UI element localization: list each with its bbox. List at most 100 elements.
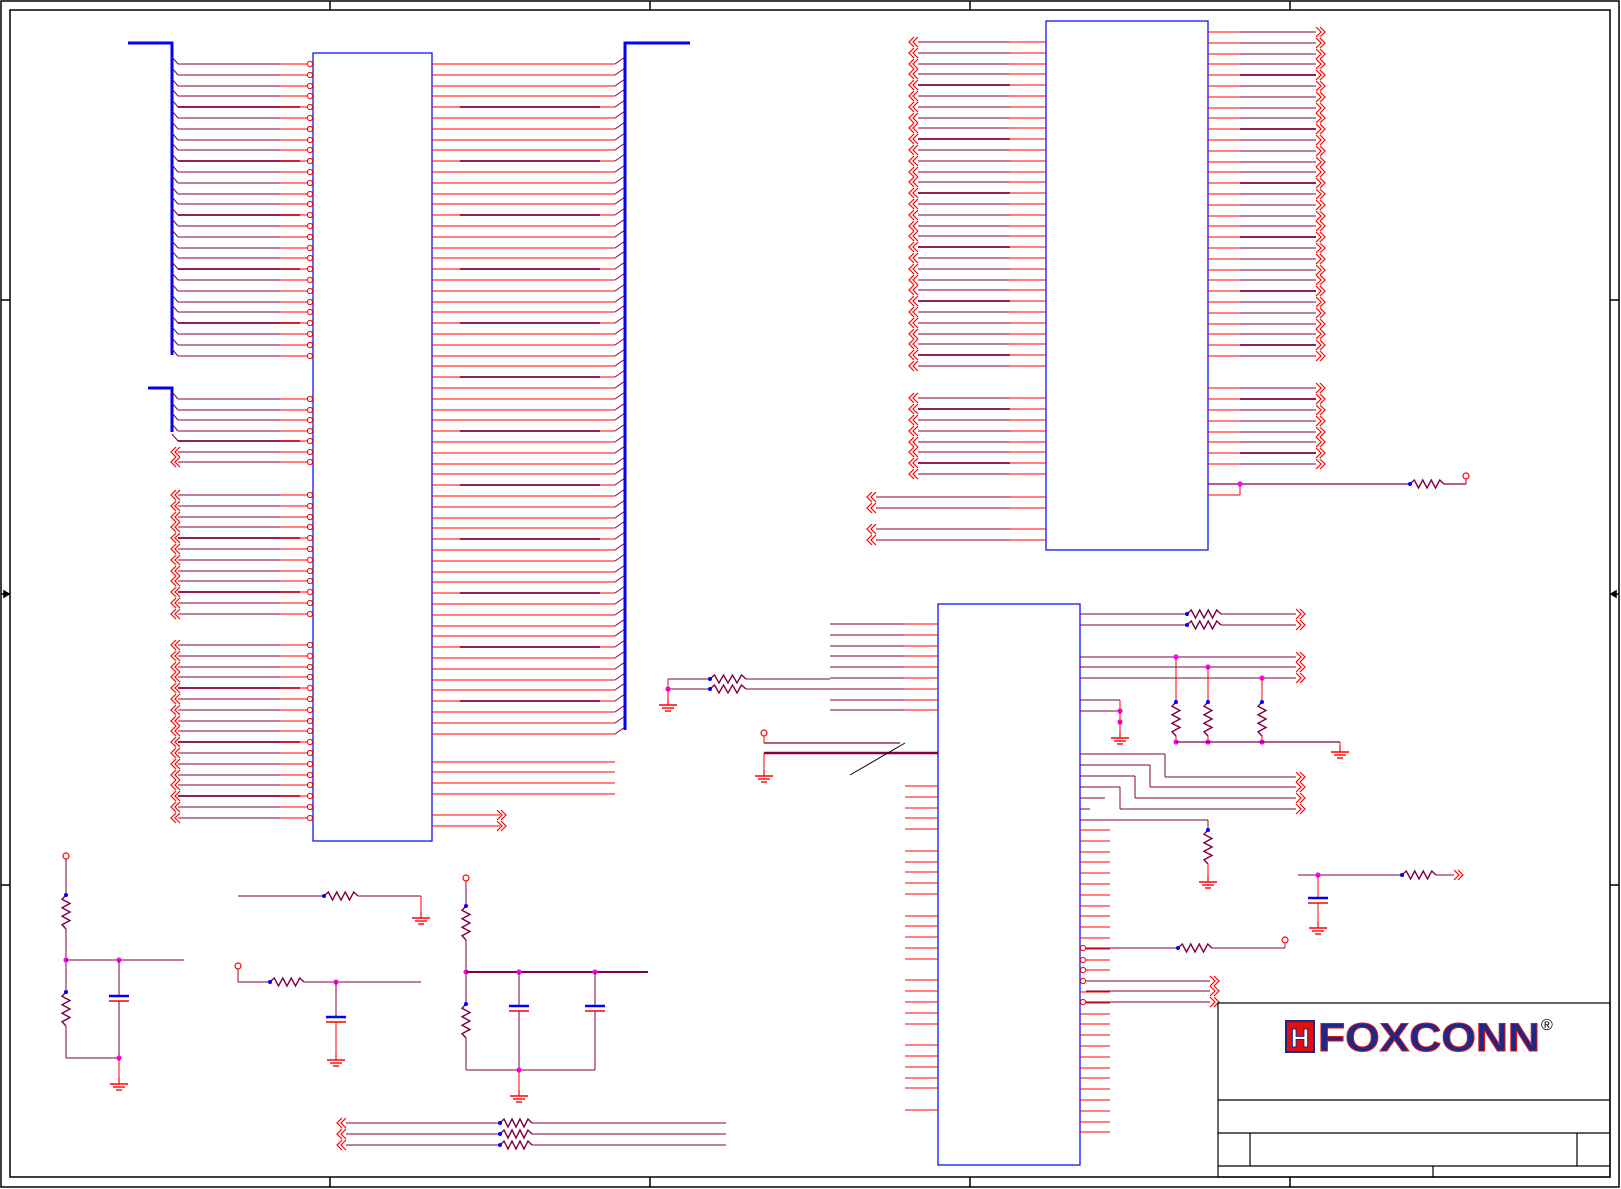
resistor-pin-marker: [322, 894, 326, 898]
resistor-pin-marker: [1185, 612, 1189, 616]
off-page-connector: [912, 392, 919, 404]
foxconn-logo: H FOXCONN ®: [1285, 1016, 1553, 1061]
off-page-connector: [1315, 26, 1322, 38]
resistor: [1177, 942, 1213, 954]
main-chip-left-bus-b: [170, 391, 314, 468]
pin-circle: [306, 406, 314, 414]
off-page-connector: [912, 101, 919, 113]
off-page-connector: [870, 502, 877, 514]
pin-circle: [306, 233, 314, 241]
resistor-pin-marker: [1206, 700, 1210, 704]
off-page-connector: [1209, 996, 1216, 1008]
pin-circle: [306, 136, 314, 144]
off-page-connector: [1315, 339, 1322, 351]
pin-circle: [306, 781, 314, 789]
pin-circle: [306, 190, 314, 198]
resistor: [709, 673, 747, 685]
off-page-connector: [1315, 264, 1322, 276]
off-page-connector: [912, 306, 919, 318]
off-page-connector: [1315, 242, 1322, 254]
off-page-connector: [912, 144, 919, 156]
off-page-connector: [1315, 177, 1322, 189]
resistor: [1202, 701, 1214, 737]
off-page-connector: [1315, 48, 1322, 60]
pin-circle: [306, 222, 314, 230]
resistor: [269, 976, 305, 988]
off-page-connector: [912, 36, 919, 48]
off-page-connector: [912, 403, 919, 415]
u-main-bga-body: [312, 52, 433, 842]
resistor-pin-marker: [64, 990, 68, 994]
off-page-connector: [912, 47, 919, 59]
pin-circle: [306, 502, 314, 510]
resistor-pin-marker: [1206, 828, 1210, 832]
pin-circle: [306, 179, 314, 187]
off-page-connector: [912, 198, 919, 210]
pin-circle: [306, 706, 314, 714]
resistor: [1186, 608, 1222, 620]
off-page-connector: [1315, 102, 1322, 114]
off-page-connector: [1315, 231, 1322, 243]
pin-circle: [306, 577, 314, 585]
resistor: [1409, 478, 1445, 490]
pin-circle: [306, 114, 314, 122]
pin-circle: [306, 749, 314, 757]
off-page-connector: [1315, 458, 1322, 470]
off-page-connector: [1315, 393, 1322, 405]
resistor-pin-marker: [464, 904, 468, 908]
off-page-connector: [1315, 210, 1322, 222]
off-page-connector: [1453, 869, 1460, 881]
off-page-connector: [870, 523, 877, 535]
pin-circle: [306, 652, 314, 660]
off-page-connector: [1315, 350, 1322, 362]
io-chip-left-nets: [659, 623, 938, 1111]
off-page-connector: [912, 436, 919, 448]
pin-circle: [306, 641, 314, 649]
off-page-connector: [912, 284, 919, 296]
resistor: [1256, 701, 1268, 737]
off-page-connector: [912, 209, 919, 221]
frame-center-arrow-right: [1609, 589, 1619, 599]
resistor-pin-marker: [498, 1132, 502, 1136]
power-port: [760, 729, 768, 737]
off-page-connector: [1315, 382, 1322, 394]
off-page-connector: [1315, 220, 1322, 232]
off-page-connector: [912, 112, 919, 124]
off-page-connector: [1315, 404, 1322, 416]
power-port: [1462, 472, 1470, 480]
off-page-connector: [1315, 188, 1322, 200]
resistor: [1186, 619, 1222, 631]
pin-circle: [306, 308, 314, 316]
pin-circle: [306, 82, 314, 90]
pin-circle: [306, 146, 314, 154]
pin-circle: [306, 125, 314, 133]
off-page-connector: [1209, 975, 1216, 987]
resistor-pin-marker: [64, 893, 68, 897]
no-connect-slash: [849, 742, 906, 776]
resistor: [1202, 829, 1214, 865]
frame-center-arrow-left: [1, 589, 11, 599]
pin-circle: [306, 771, 314, 779]
pin-circle: [306, 265, 314, 273]
pin-circle: [306, 254, 314, 262]
resistor-pin-marker: [1174, 700, 1178, 704]
off-page-connector: [1315, 91, 1322, 103]
resistor-pin-marker: [464, 1002, 468, 1006]
resistor-pin-marker: [498, 1121, 502, 1125]
off-page-connector: [912, 166, 919, 178]
pin-circle: [1079, 956, 1087, 964]
main-chip-left-bus-a: [171, 56, 314, 360]
pin-circle: [306, 545, 314, 553]
off-page-connector: [340, 1139, 347, 1151]
resistor-pin-marker: [1176, 946, 1180, 950]
pin-circle: [1079, 966, 1087, 974]
off-page-connector: [1315, 58, 1322, 70]
pin-circle: [306, 157, 314, 165]
off-page-connector: [1295, 661, 1302, 673]
wire: [171, 433, 179, 442]
pin-circle: [306, 695, 314, 703]
resistor: [323, 890, 359, 902]
pin-circle: [306, 803, 314, 811]
power-port: [62, 852, 70, 860]
resistor-pin-marker: [1400, 873, 1404, 877]
